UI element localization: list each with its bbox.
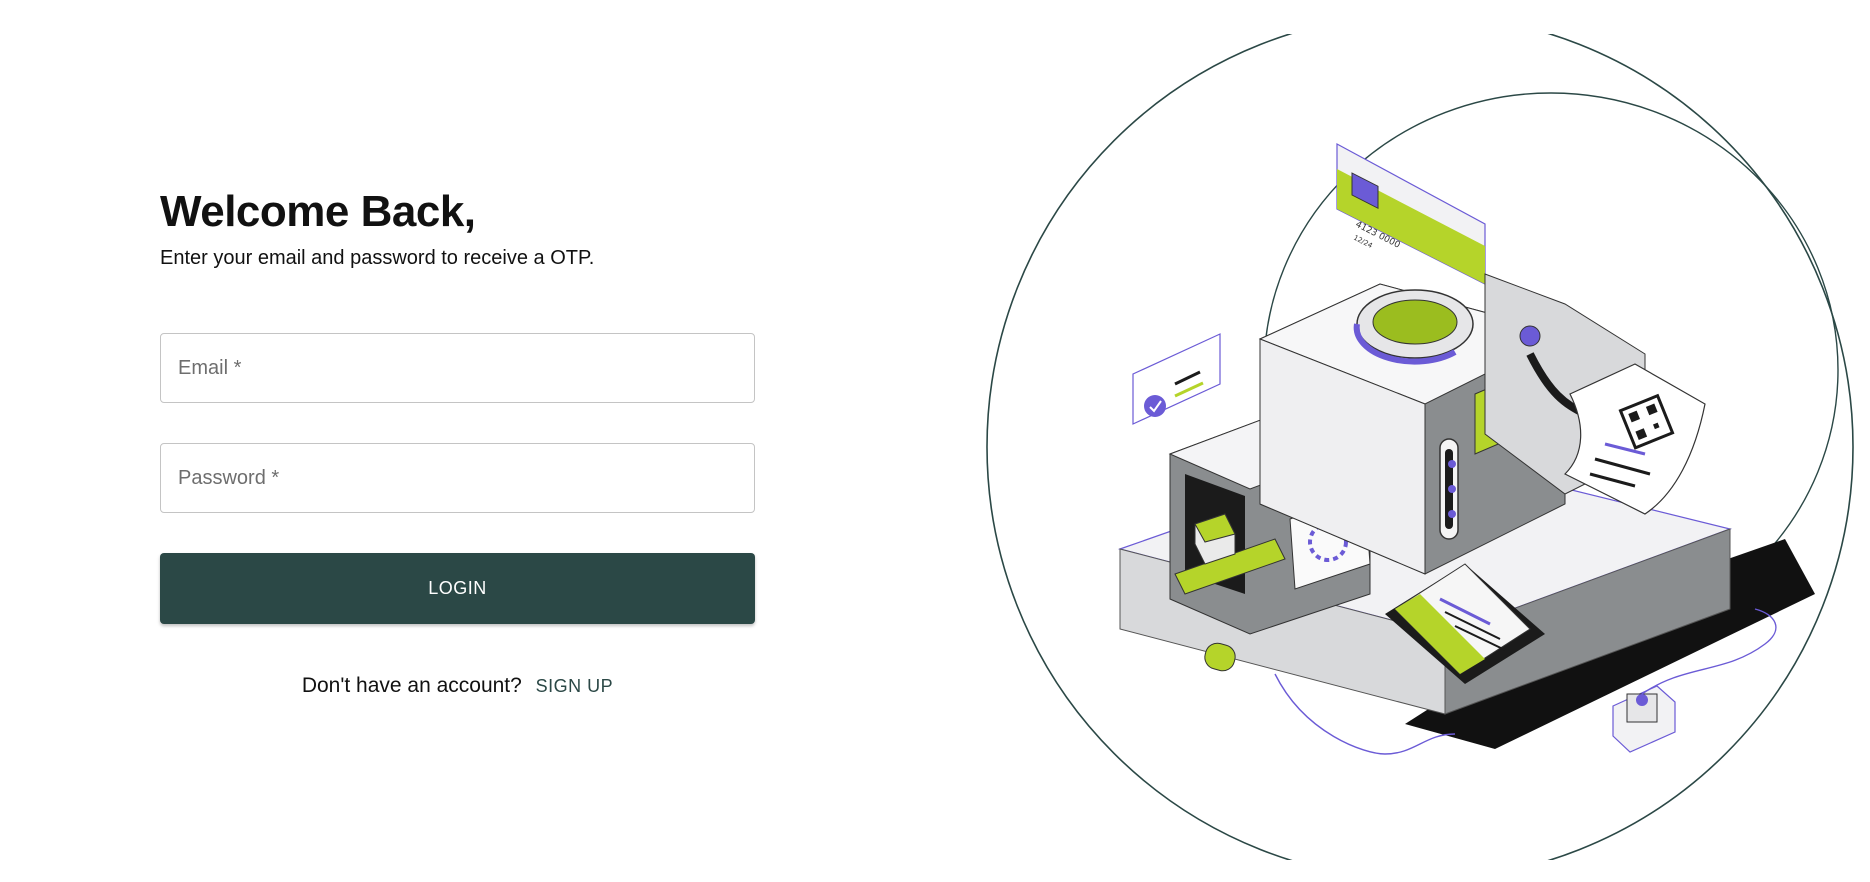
- signup-link[interactable]: SIGN UP: [536, 676, 614, 696]
- login-button[interactable]: LOGIN: [160, 553, 755, 624]
- credit-card-graphic: 4123 0000 12/24: [1336, 142, 1486, 285]
- email-input[interactable]: [161, 334, 754, 402]
- security-machine-illustration: ***** 4123 0000 12/24: [986, 34, 1854, 860]
- signup-prompt: Don't have an account?: [301, 674, 522, 697]
- password-input[interactable]: [161, 444, 754, 512]
- login-page: Welcome Back, Enter your email and passw…: [0, 0, 1870, 882]
- receipt-paper: [1563, 363, 1706, 515]
- page-title: Welcome Back,: [160, 187, 476, 236]
- login-form: Welcome Back, Enter your email and passw…: [160, 185, 755, 698]
- email-field: [160, 333, 755, 403]
- password-field: [160, 443, 755, 513]
- verification-badge: [1132, 333, 1221, 425]
- signup-row: Don't have an account? SIGN UP: [160, 674, 755, 698]
- page-subtitle: Enter your email and password to receive…: [160, 247, 595, 269]
